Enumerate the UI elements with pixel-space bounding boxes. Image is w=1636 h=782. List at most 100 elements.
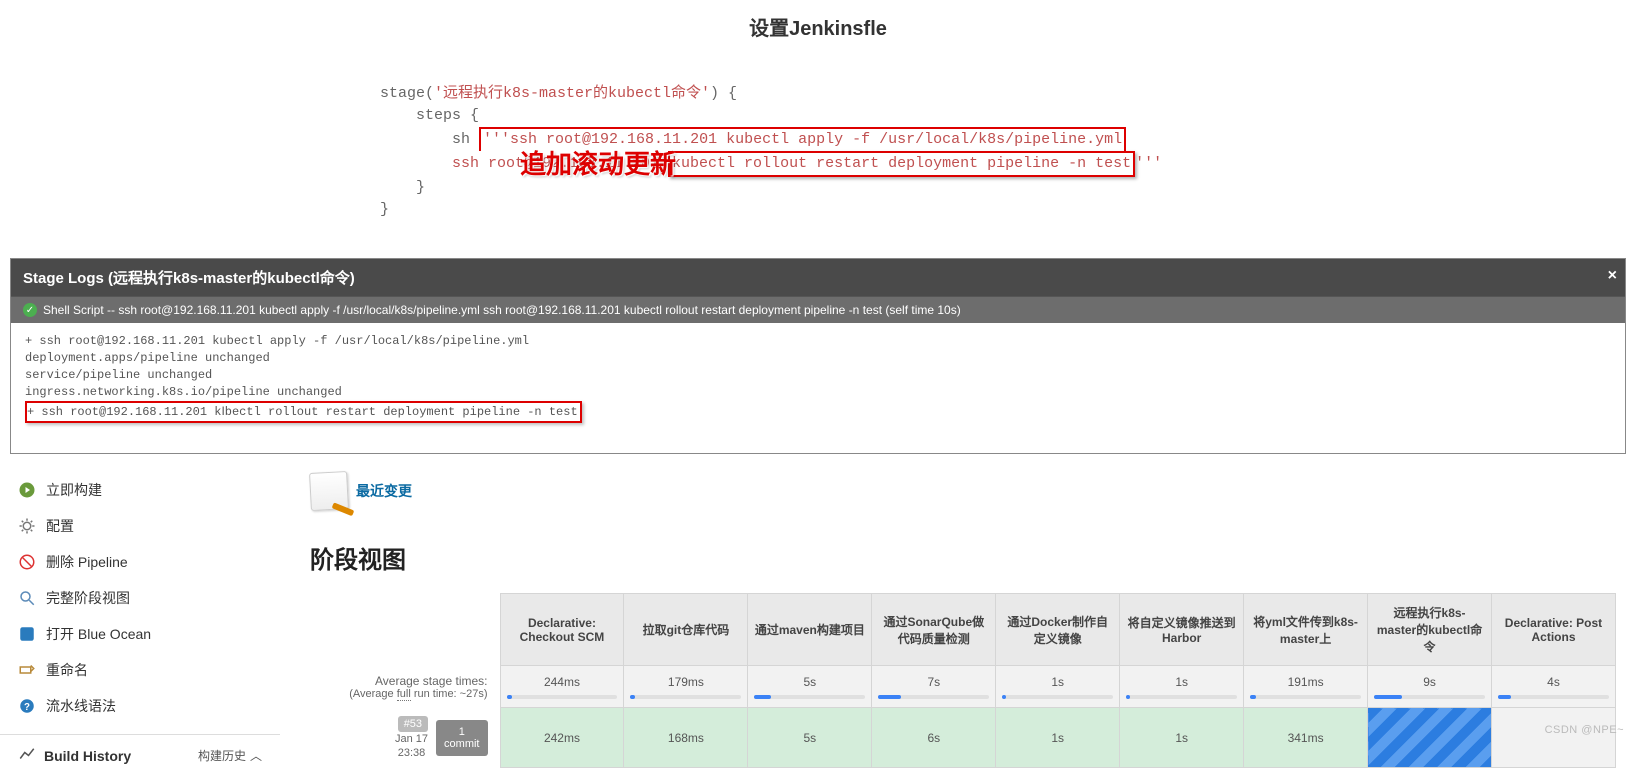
stage-cell[interactable]: 341ms	[1244, 708, 1368, 768]
success-icon: ✓	[23, 303, 37, 317]
avg-cell: 1s	[996, 666, 1120, 708]
code-text: sh	[380, 131, 479, 148]
sidebar-item-configure[interactable]: 配置	[0, 508, 280, 544]
help-icon: ?	[18, 697, 36, 715]
commit-badge: 1commit	[436, 720, 487, 756]
progress-bar	[507, 695, 618, 699]
recent-changes-link[interactable]: 最近变更	[356, 481, 412, 501]
progress-bar	[630, 695, 741, 699]
page-title: 设置Jenkinsfle	[0, 0, 1636, 61]
sidebar-item-rename[interactable]: 重命名	[0, 652, 280, 688]
avg-value: 179ms	[668, 675, 704, 689]
main-content: 最近变更 阶段视图 Declarative: Checkout SCM 拉取gi…	[280, 466, 1636, 782]
jenkins-main: 立即构建 配置 删除 Pipeline 完整阶段视图 打开 Blue Ocean…	[0, 466, 1636, 782]
average-label-cell: Average stage times: (Average full run t…	[310, 666, 500, 708]
stage-cell[interactable]: 242ms	[500, 708, 624, 768]
highlighted-command: kubectl rollout restart deployment pipel…	[668, 151, 1135, 177]
build-info-cell[interactable]: #53 Jan 1723:38 1commit	[310, 708, 500, 768]
sidebar-item-delete-pipeline[interactable]: 删除 Pipeline	[0, 544, 280, 580]
stage-view-title: 阶段视图	[310, 540, 1616, 575]
stage-header: 远程执行k8s-master的kubectl命令	[1368, 594, 1492, 666]
stage-cell[interactable]: 1s	[996, 708, 1120, 768]
build-row[interactable]: #53 Jan 1723:38 1commit 242ms 168ms 5s 6…	[310, 708, 1616, 768]
stage-header: 通过Docker制作自定义镜像	[996, 594, 1120, 666]
gear-icon	[18, 517, 36, 535]
play-icon	[18, 481, 36, 499]
build-time: 23:38	[398, 747, 426, 759]
stage-cell[interactable]: 168ms	[624, 708, 748, 768]
avg-cell: 179ms	[624, 666, 748, 708]
progress-bar	[1374, 695, 1485, 699]
average-row: Average stage times: (Average full run t…	[310, 666, 1616, 708]
magnifier-icon	[18, 589, 36, 607]
sidebar-item-blue-ocean[interactable]: 打开 Blue Ocean	[0, 616, 280, 652]
stage-logs-title: Stage Logs (远程执行k8s-master的kubectl命令)	[23, 270, 355, 287]
code-text: }	[380, 179, 425, 196]
log-output: + ssh root@192.168.11.201 kubectl apply …	[11, 323, 1625, 453]
sidebar-label: 配置	[46, 516, 74, 536]
build-history-sublabel: 构建历史	[198, 747, 246, 764]
stage-cell[interactable]: 6s	[872, 708, 996, 768]
code-text: ) {	[710, 85, 737, 102]
stage-cell-pending[interactable]	[1492, 708, 1616, 768]
sidebar-label: 打开 Blue Ocean	[46, 624, 151, 644]
sidebar-label: 立即构建	[46, 480, 102, 500]
log-line: service/pipeline unchanged	[25, 368, 212, 382]
stage-cell[interactable]: 1s	[1120, 708, 1244, 768]
shell-script-label: Shell Script -- ssh root@192.168.11.201 …	[43, 303, 961, 317]
commit-label: commit	[444, 738, 479, 750]
average-label: Average stage times:	[316, 674, 488, 688]
empty-header	[310, 594, 500, 666]
progress-bar	[754, 695, 865, 699]
build-number: #53	[398, 716, 428, 732]
stage-header: 将自定义镜像推送到Harbor	[1120, 594, 1244, 666]
avg-value: 4s	[1547, 675, 1560, 689]
full-tooltip[interactable]: full	[397, 688, 411, 701]
average-sublabel: (Average full run time: ~27s)	[316, 688, 488, 700]
sidebar-item-build-now[interactable]: 立即构建	[0, 472, 280, 508]
progress-bar	[1126, 695, 1237, 699]
code-text: }	[380, 201, 389, 218]
stage-cell[interactable]: 5s	[748, 708, 872, 768]
highlighted-log-line: + ssh root@192.168.11.201 kIbectl rollou…	[25, 401, 582, 423]
stage-header: 将yml文件传到k8s-master上	[1244, 594, 1368, 666]
stage-header: 拉取git仓库代码	[624, 594, 748, 666]
blue-ocean-icon	[18, 625, 36, 643]
avg-value: 5s	[804, 675, 817, 689]
code-string: '远程执行k8s-master的kubectl命令'	[434, 85, 710, 102]
chevron-up-icon[interactable]: ︿	[250, 747, 262, 764]
shell-script-row[interactable]: ✓ Shell Script -- ssh root@192.168.11.20…	[11, 296, 1625, 323]
stage-header: 通过maven构建项目	[748, 594, 872, 666]
progress-bar	[1498, 695, 1609, 699]
rename-icon	[18, 661, 36, 679]
sidebar-item-full-stage-view[interactable]: 完整阶段视图	[0, 580, 280, 616]
avg-cell: 4s	[1492, 666, 1616, 708]
stage-logs-panel: Stage Logs (远程执行k8s-master的kubectl命令) × …	[10, 258, 1626, 454]
close-icon[interactable]: ×	[1608, 267, 1617, 285]
stage-header: Declarative: Checkout SCM	[500, 594, 624, 666]
sidebar-label: 删除 Pipeline	[46, 552, 128, 572]
delete-icon	[18, 553, 36, 571]
code-text: stage(	[380, 85, 434, 102]
avg-value: 7s	[927, 675, 940, 689]
sidebar-item-pipeline-syntax[interactable]: ? 流水线语法	[0, 688, 280, 724]
stage-cell-running[interactable]	[1368, 708, 1492, 768]
avg-value: 191ms	[1288, 675, 1324, 689]
log-line: deployment.apps/pipeline unchanged	[25, 351, 270, 365]
build-history-header[interactable]: Build History 构建历史 ︿	[0, 734, 280, 776]
trend-icon	[18, 745, 36, 766]
avg-cell: 5s	[748, 666, 872, 708]
code-text: steps {	[380, 107, 479, 124]
code-string: '''	[1135, 155, 1162, 172]
recent-changes[interactable]: 最近变更	[310, 472, 1616, 510]
jenkinsfile-code: stage('远程执行k8s-master的kubectl命令') { step…	[0, 61, 1636, 258]
text-cursor-icon: I	[221, 403, 224, 420]
avg-value: 1s	[1051, 675, 1064, 689]
avg-value: 9s	[1423, 675, 1436, 689]
log-line: ingress.networking.k8s.io/pipeline uncha…	[25, 385, 342, 399]
stage-header: 通过SonarQube做代码质量检测	[872, 594, 996, 666]
log-line-text: + ssh root@192.168.11.201 kIbectl rollou…	[27, 405, 578, 419]
avg-value: 1s	[1175, 675, 1188, 689]
sidebar-label: 完整阶段视图	[46, 588, 130, 608]
svg-text:?: ?	[24, 702, 30, 713]
